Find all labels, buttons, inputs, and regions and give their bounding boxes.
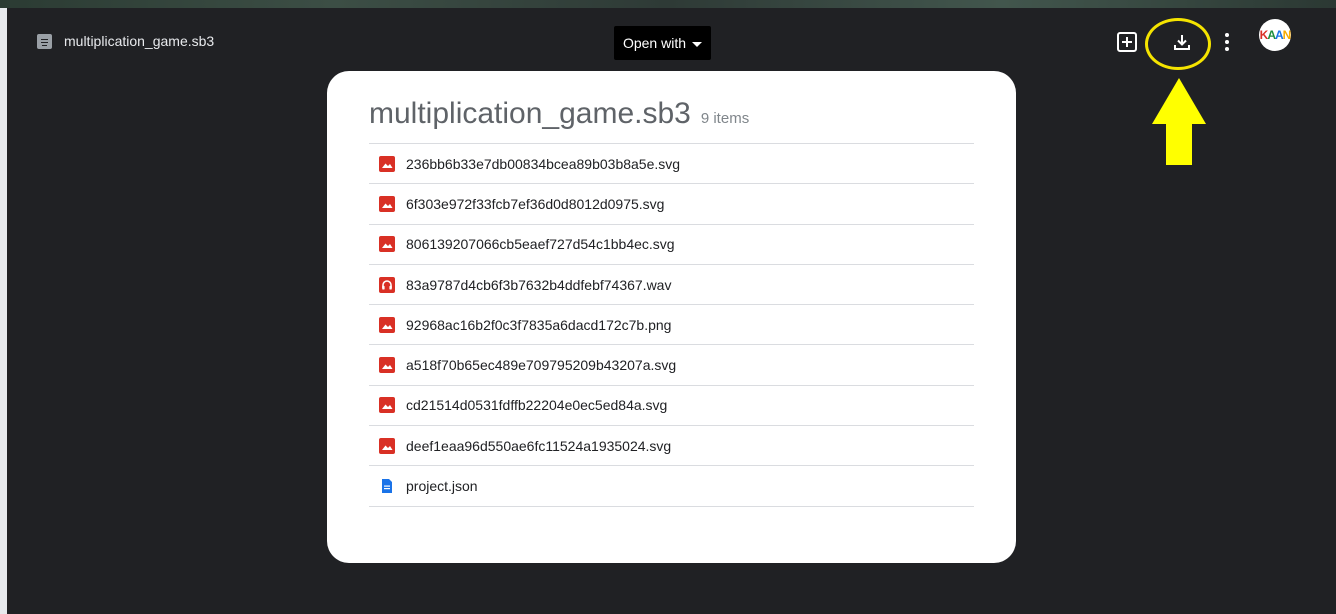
file-row[interactable]: a518f70b65ec489e709795209b43207a.svg (369, 345, 974, 386)
open-with-label: Open with (622, 35, 687, 51)
add-to-drive-icon (1117, 32, 1137, 52)
image-file-icon (379, 397, 395, 414)
image-file-icon (379, 437, 395, 454)
archive-title: multiplication_game.sb3 (369, 97, 691, 130)
archive-item-count: 9 items (700, 110, 750, 127)
audio-file-icon (379, 276, 395, 293)
file-row[interactable]: 806139207066cb5eaef727d54c1bb4ec.svg (369, 225, 974, 265)
document-icon (37, 33, 52, 49)
more-vert-icon (1225, 33, 1229, 51)
file-row-name: 236bb6b33e7db00834bcea89b03b8a5e.svg (406, 155, 681, 172)
file-row[interactable]: 6f303e972f33fcb7ef36d0d8012d0975.svg (369, 184, 974, 225)
image-file-icon (379, 155, 395, 172)
topbar: multiplication_game.sb3 Open with (7, 8, 1336, 68)
file-row-name: 6f303e972f33fcb7ef36d0d8012d0975.svg (406, 195, 665, 212)
file-row-name: 83a9787d4cb6f3b7632b4ddfebf74367.wav (406, 276, 672, 293)
yellow-arrow-head (1152, 78, 1206, 124)
file-row[interactable]: deef1eaa96d550ae6fc11524a1935024.svg (369, 426, 974, 467)
open-with-button[interactable]: Open with (614, 26, 711, 60)
left-edge (0, 8, 7, 614)
file-row[interactable]: cd21514d0531fdffb22204e0ec5ed84a.svg (369, 386, 974, 427)
yellow-arrow-shaft (1166, 123, 1192, 165)
file-title: multiplication_game.sb3 (37, 33, 214, 49)
more-options-button[interactable] (1215, 30, 1239, 54)
file-row-name: a518f70b65ec489e709795209b43207a.svg (406, 357, 677, 374)
top-strip (0, 0, 1336, 8)
file-row[interactable]: 236bb6b33e7db00834bcea89b03b8a5e.svg (369, 144, 974, 185)
file-row-name: project.json (406, 478, 478, 495)
archive-header: multiplication_game.sb3 9 items (369, 97, 974, 144)
highlight-circle-annotation (1145, 18, 1211, 70)
file-row-name: deef1eaa96d550ae6fc11524a1935024.svg (406, 437, 672, 454)
image-file-icon (379, 195, 395, 212)
archive-preview-card: multiplication_game.sb3 9 items 236bb6b3… (327, 71, 1016, 563)
caret-down-icon (692, 41, 703, 47)
file-row-name: 92968ac16b2f0c3f7835a6dacd172c7b.png (406, 316, 672, 333)
file-row[interactable]: 83a9787d4cb6f3b7632b4ddfebf74367.wav (369, 265, 974, 306)
file-list: 236bb6b33e7db00834bcea89b03b8a5e.svg 6f30… (369, 144, 974, 507)
file-row-name: cd21514d0531fdffb22204e0ec5ed84a.svg (406, 397, 668, 414)
file-row[interactable]: 92968ac16b2f0c3f7835a6dacd172c7b.png (369, 305, 974, 346)
file-row[interactable]: project.json (369, 466, 974, 507)
document-file-icon (382, 479, 392, 494)
image-file-icon (379, 236, 395, 253)
avatar[interactable]: KAAN (1259, 19, 1291, 51)
file-row-name: 806139207066cb5eaef727d54c1bb4ec.svg (406, 236, 675, 253)
file-name: multiplication_game.sb3 (64, 33, 215, 49)
image-file-icon (379, 316, 395, 333)
add-to-drive-button[interactable] (1115, 30, 1139, 54)
image-file-icon (379, 357, 395, 374)
